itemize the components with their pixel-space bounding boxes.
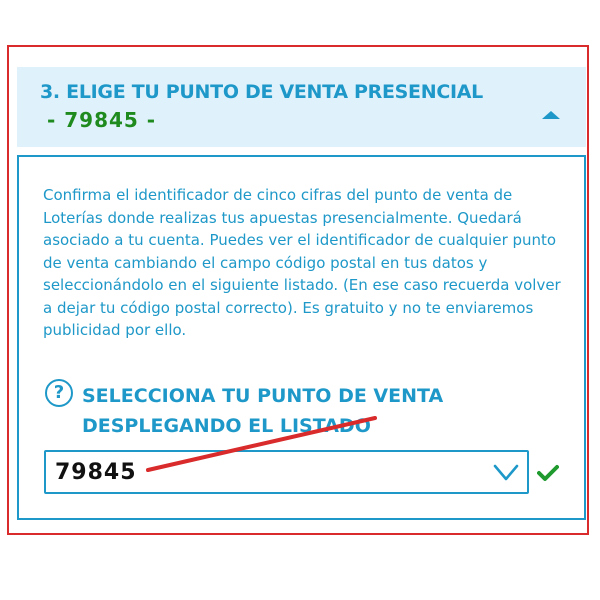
highlighted-code: - 79845 - xyxy=(47,108,157,132)
chevron-down-icon[interactable] xyxy=(493,461,519,483)
selected-value: 79845 xyxy=(55,460,137,485)
check-icon xyxy=(537,465,559,481)
section-header[interactable]: 3. ELIGE TU PUNTO DE VENTA PRESENCIAL - … xyxy=(17,67,586,147)
help-icon[interactable]: ? xyxy=(45,379,73,407)
caret-up-icon[interactable] xyxy=(542,111,560,119)
point-of-sale-select[interactable]: 79845 xyxy=(44,450,529,494)
section-body: Confirma el identificador de cinco cifra… xyxy=(17,155,586,520)
description-text: Confirma el identificador de cinco cifra… xyxy=(43,186,561,339)
section-title: 3. ELIGE TU PUNTO DE VENTA PRESENCIAL xyxy=(40,81,483,103)
select-label: SELECCIONA TU PUNTO DE VENTA DESPLEGANDO… xyxy=(82,385,444,437)
